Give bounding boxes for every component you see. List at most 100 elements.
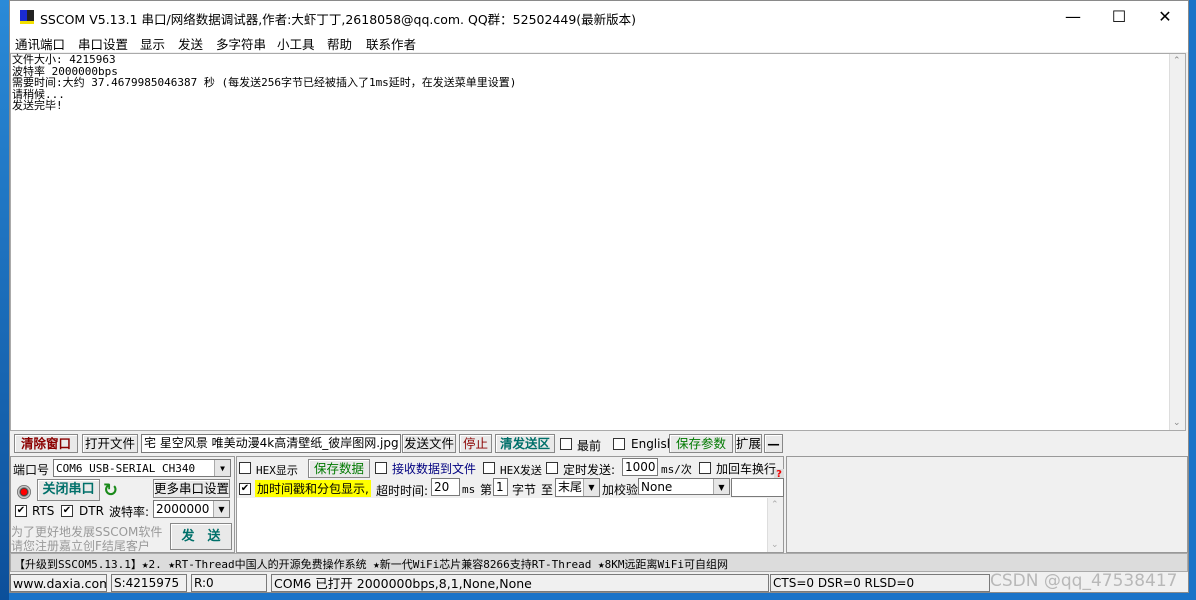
hex-send-label: HEX发送 xyxy=(500,464,542,477)
menu-contact[interactable]: 联系作者 xyxy=(366,34,416,53)
chevron-down-icon[interactable]: ▼ xyxy=(583,479,599,496)
menu-multi-string[interactable]: 多字符串 xyxy=(216,34,266,53)
timeout-label: 超时时间: xyxy=(376,484,429,498)
timeout-input[interactable]: 20 xyxy=(431,478,460,496)
chevron-down-icon[interactable]: ▼ xyxy=(213,501,229,517)
receive-area[interactable]: 文件大小: 4215963 波特率 2000000bps 需要时间:大约 37.46… xyxy=(10,53,1186,431)
baud-value: 2000000 xyxy=(156,502,210,516)
menu-display[interactable]: 显示 xyxy=(140,34,165,53)
to-value: 末尾 xyxy=(558,480,583,494)
menu-help[interactable]: 帮助 xyxy=(327,34,352,53)
timed-send-label: 定时发送: xyxy=(563,463,616,477)
scroll-up-icon[interactable]: ⌃ xyxy=(771,500,779,510)
stop-button[interactable]: 停止 xyxy=(459,434,492,453)
open-file-button[interactable]: 打开文件 xyxy=(82,434,138,453)
chevron-down-icon[interactable]: ▼ xyxy=(214,460,230,476)
receive-line: 需要时间:大约 37.4679985046387 秒 (每发送256字节已经被插… xyxy=(12,76,517,89)
english-label: English xyxy=(631,437,675,451)
menu-comm-port[interactable]: 通讯端口 xyxy=(15,34,65,53)
minimize-button[interactable]: — xyxy=(1050,1,1096,32)
send-file-button[interactable]: 发送文件 xyxy=(402,434,456,453)
baud-select[interactable]: 2000000 ▼ xyxy=(153,500,230,518)
recv-to-file-checkbox[interactable] xyxy=(375,462,387,474)
menu-send[interactable]: 发送 xyxy=(178,34,203,53)
dtr-label: DTR xyxy=(79,504,104,518)
timestamp-label: 加时间戳和分包显示, xyxy=(255,480,371,497)
collapse-button[interactable]: — xyxy=(764,434,783,453)
timeout-unit: ms xyxy=(462,483,476,496)
expand-button[interactable]: 扩展 xyxy=(735,434,762,453)
refresh-icon[interactable]: ↻ xyxy=(103,480,118,501)
scroll-down-icon[interactable]: ⌄ xyxy=(1173,418,1181,428)
status-sent: S:4215975 xyxy=(111,574,187,592)
watermark: CSDN @qq_47538417 xyxy=(990,571,1178,591)
hex-display-checkbox[interactable] xyxy=(239,462,251,474)
receive-line: 文件大小: 4215963 xyxy=(12,53,116,66)
receive-line: 请稍候... xyxy=(12,87,65,101)
dtr-checkbox[interactable]: ✔ xyxy=(61,505,73,517)
rts-label: RTS xyxy=(32,504,55,518)
add-crlf-label: 加回车换行 xyxy=(716,462,777,476)
close-port-button[interactable]: 关闭串口 xyxy=(37,479,100,501)
status-bar: www.daxia.com S:4215975 R:0 COM6 已打开 200… xyxy=(10,571,1188,593)
send-scrollbar[interactable]: ⌃ ⌄ xyxy=(767,498,783,552)
app-icon xyxy=(20,10,34,24)
nth-label: 第 xyxy=(480,483,493,497)
send-button[interactable]: 发 送 xyxy=(170,523,232,550)
to-select[interactable]: 末尾 ▼ xyxy=(555,478,600,497)
close-button[interactable]: ✕ xyxy=(1142,1,1188,32)
topmost-checkbox[interactable] xyxy=(560,438,572,450)
file-path-input[interactable]: 宅 星空风景 唯美动漫4k高清壁纸_彼岸图网.jpg xyxy=(141,434,401,453)
save-data-button[interactable]: 保存数据 xyxy=(308,459,370,478)
baud-label: 波特率: xyxy=(109,505,150,519)
checksum-result-field xyxy=(731,478,784,497)
timed-send-checkbox[interactable] xyxy=(546,462,558,474)
to-label: 至 xyxy=(541,483,554,497)
checksum-select[interactable]: None ▼ xyxy=(638,478,730,495)
add-crlf-checkbox[interactable] xyxy=(699,462,711,474)
send-input[interactable] xyxy=(237,498,767,552)
more-port-settings-button[interactable]: 更多串口设置 xyxy=(153,479,230,498)
port-label: 端口号 xyxy=(13,463,50,477)
maximize-button[interactable]: ☐ xyxy=(1096,1,1142,32)
ticker-bar: 【升级到SSCOM5.13.1】★2. ★RT-Thread中国人的开源免费操作… xyxy=(10,553,1188,572)
receive-scrollbar[interactable]: ⌃ ⌄ xyxy=(1169,54,1185,430)
status-site[interactable]: www.daxia.com xyxy=(10,574,107,592)
rts-checkbox[interactable]: ✔ xyxy=(15,505,27,517)
status-port: COM6 已打开 2000000bps,8,1,None,None xyxy=(271,574,769,592)
timestamp-checkbox[interactable]: ✔ xyxy=(239,483,251,495)
promo-line-2: 请您注册嘉立创F结尾客户 xyxy=(11,539,150,553)
clear-send-button[interactable]: 清发送区 xyxy=(495,434,555,453)
checksum-value: None xyxy=(641,480,673,494)
interval-unit: ms/次 xyxy=(661,463,692,476)
desktop-background xyxy=(0,0,9,600)
menu-bar: 通讯端口 串口设置 显示 发送 多字符串 小工具 帮助 联系作者 xyxy=(10,32,1188,52)
port-value: COM6 USB-SERIAL CH340 xyxy=(56,462,196,475)
hex-display-label: HEX显示 xyxy=(256,464,298,477)
receive-text: 文件大小: 4215963 波特率 2000000bps 需要时间:大约 37.46… xyxy=(12,54,516,112)
receive-line: 发送完毕! xyxy=(12,99,63,112)
checksum-label: 加校验 xyxy=(602,483,639,497)
save-params-button[interactable]: 保存参数 xyxy=(669,434,733,453)
chevron-down-icon[interactable]: ▼ xyxy=(713,479,729,494)
byte-label: 字节 xyxy=(512,483,537,497)
port-select[interactable]: COM6 USB-SERIAL CH340 ▼ xyxy=(53,459,231,477)
interval-input[interactable]: 1000 xyxy=(622,458,658,476)
menu-tools[interactable]: 小工具 xyxy=(277,34,315,53)
port-status-icon xyxy=(17,485,31,499)
sscom-window: SSCOM V5.13.1 串口/网络数据调试器,作者:大虾丁丁,2618058… xyxy=(9,0,1189,593)
byte-from-input[interactable]: 1 xyxy=(493,478,508,496)
empty-panel xyxy=(786,456,1188,553)
ticker-text[interactable]: 【升级到SSCOM5.13.1】★2. ★RT-Thread中国人的开源免费操作… xyxy=(14,556,728,572)
menu-serial-settings[interactable]: 串口设置 xyxy=(78,34,128,53)
recv-to-file-label: 接收数据到文件 xyxy=(392,462,477,476)
window-title: SSCOM V5.13.1 串口/网络数据调试器,作者:大虾丁丁,2618058… xyxy=(40,12,637,27)
status-lines: CTS=0 DSR=0 RLSD=0 xyxy=(770,574,990,592)
english-checkbox[interactable] xyxy=(613,438,625,450)
clear-window-button[interactable]: 清除窗口 xyxy=(14,434,78,453)
title-bar: SSCOM V5.13.1 串口/网络数据调试器,作者:大虾丁丁,2618058… xyxy=(10,1,1188,32)
scroll-down-icon[interactable]: ⌄ xyxy=(771,540,779,550)
status-received: R:0 xyxy=(191,574,267,592)
hex-send-checkbox[interactable] xyxy=(483,462,495,474)
scroll-up-icon[interactable]: ⌃ xyxy=(1173,56,1181,66)
